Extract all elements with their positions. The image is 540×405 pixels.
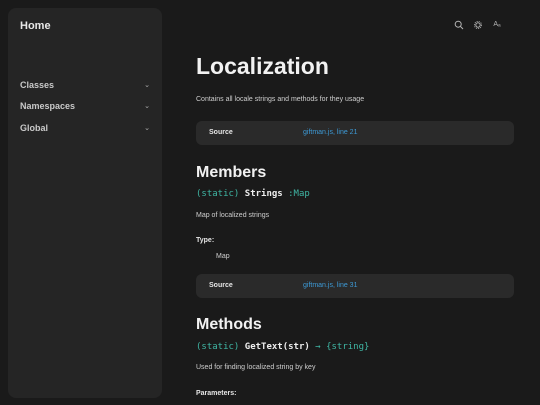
font-size-icon[interactable]: Aₐ <box>492 20 502 30</box>
signature-return: → {string} <box>315 342 370 352</box>
signature-static: (static) <box>196 342 240 352</box>
chevron-down-icon: ⌄ <box>144 124 150 132</box>
page-title: Localization <box>196 53 329 79</box>
header-toolbar: Aₐ <box>454 20 502 30</box>
sidebar-item-namespaces[interactable]: Namespaces ⌄ <box>20 96 150 118</box>
chevron-down-icon: ⌄ <box>144 103 150 111</box>
sidebar-item-global[interactable]: Global ⌄ <box>20 117 150 139</box>
signature-name: GetText(str) <box>244 342 310 352</box>
signature-static: (static) <box>196 189 240 199</box>
source-label: Source <box>209 129 233 136</box>
source-box: Source giftman.js, line 21 <box>196 121 514 145</box>
signature-name: Strings <box>244 189 283 199</box>
sidebar: Home Classes ⌄ Namespaces ⌄ Global ⌄ <box>8 8 162 398</box>
chevron-down-icon: ⌄ <box>144 81 150 89</box>
method-description: Used for finding localized string by key <box>196 364 316 371</box>
member-signature: (static) Strings :Map <box>196 189 310 199</box>
member-description: Map of localized strings <box>196 212 270 219</box>
parameters-label: Parameters: <box>196 390 237 397</box>
method-signature: (static) GetText(str) → {string} <box>196 342 369 352</box>
sidebar-item-label: Classes <box>20 79 55 90</box>
gear-icon[interactable] <box>473 20 483 30</box>
source-link[interactable]: giftman.js, line 21 <box>303 129 357 136</box>
source-link[interactable]: giftman.js, line 31 <box>303 282 357 289</box>
sidebar-nav: Classes ⌄ Namespaces ⌄ Global ⌄ <box>20 74 150 139</box>
sidebar-item-label: Global <box>20 122 49 133</box>
home-link[interactable]: Home <box>20 20 51 32</box>
source-box: Source giftman.js, line 31 <box>196 274 514 298</box>
signature-type: :Map <box>288 189 310 199</box>
methods-heading: Methods <box>196 316 262 333</box>
page-description: Contains all locale strings and methods … <box>196 96 365 103</box>
type-value: Map <box>216 253 230 260</box>
search-icon[interactable] <box>454 20 464 30</box>
members-heading: Members <box>196 164 267 181</box>
source-label: Source <box>209 282 233 289</box>
type-label: Type: <box>196 237 215 244</box>
sidebar-item-classes[interactable]: Classes ⌄ <box>20 74 150 96</box>
sidebar-item-label: Namespaces <box>20 101 76 112</box>
